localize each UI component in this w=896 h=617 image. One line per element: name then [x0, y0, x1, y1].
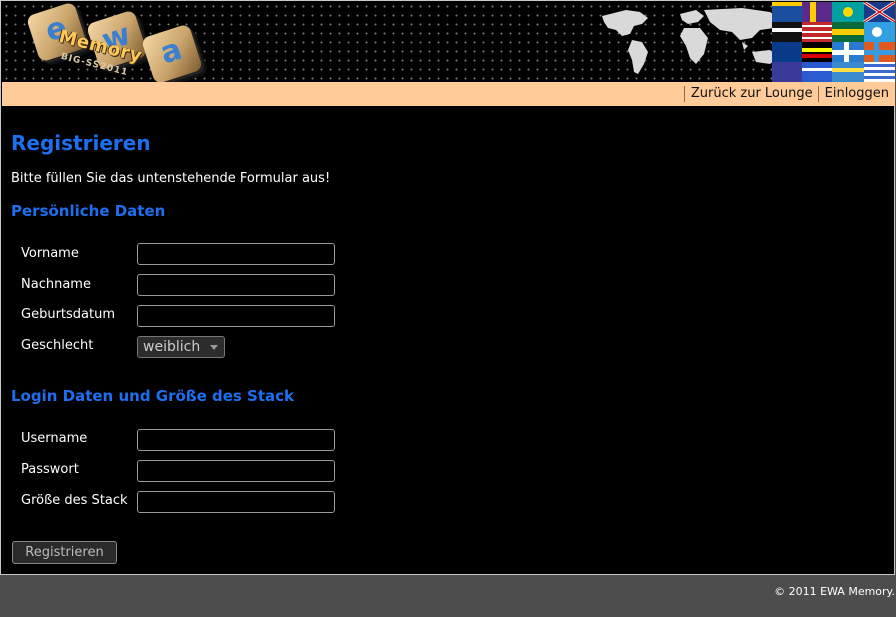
birthdate-input[interactable] — [137, 305, 335, 327]
username-label: Username — [21, 431, 88, 446]
nav-link-back-to-lounge[interactable]: Zurück zur Lounge — [683, 86, 818, 102]
gender-select-value: weiblich — [143, 339, 201, 355]
username-input[interactable] — [137, 429, 335, 451]
last-name-label: Nachname — [21, 277, 91, 292]
first-name-input[interactable] — [137, 243, 335, 265]
first-name-label: Vorname — [21, 246, 79, 261]
register-button[interactable]: Registrieren — [12, 541, 117, 564]
stack-size-input[interactable] — [137, 491, 335, 513]
page-title: Registrieren — [11, 131, 151, 155]
section-heading-login: Login Daten und Größe des Stack — [11, 387, 295, 405]
nav-link-login[interactable]: Einloggen — [817, 86, 889, 102]
password-label: Passwort — [21, 462, 79, 477]
footer: © 2011 EWA Memory. — [0, 576, 896, 617]
gender-label: Geschlecht — [21, 338, 94, 353]
page-frame: e w a Memory BIG-SS2011 Zurück zur Loung… — [0, 0, 895, 575]
footer-copyright: © 2011 EWA Memory. — [774, 585, 895, 598]
top-navbar: Zurück zur Lounge Einloggen — [2, 82, 895, 106]
flags-mosaic-image — [772, 2, 895, 82]
header-banner: e w a Memory BIG-SS2011 — [2, 2, 895, 82]
last-name-input[interactable] — [137, 274, 335, 296]
chevron-down-icon — [210, 345, 218, 350]
logo-tile-letter: a — [156, 31, 187, 72]
section-heading-personal: Persönliche Daten — [11, 202, 166, 220]
birthdate-label: Geburtsdatum — [21, 307, 115, 322]
nav-links: Zurück zur Lounge Einloggen — [683, 86, 889, 102]
intro-text: Bitte füllen Sie das untenstehende Formu… — [11, 171, 331, 186]
password-input[interactable] — [137, 460, 335, 482]
stack-size-label: Größe des Stack — [21, 493, 128, 508]
logo-tile-a: a — [140, 23, 204, 82]
gender-select[interactable]: weiblich — [137, 336, 225, 358]
